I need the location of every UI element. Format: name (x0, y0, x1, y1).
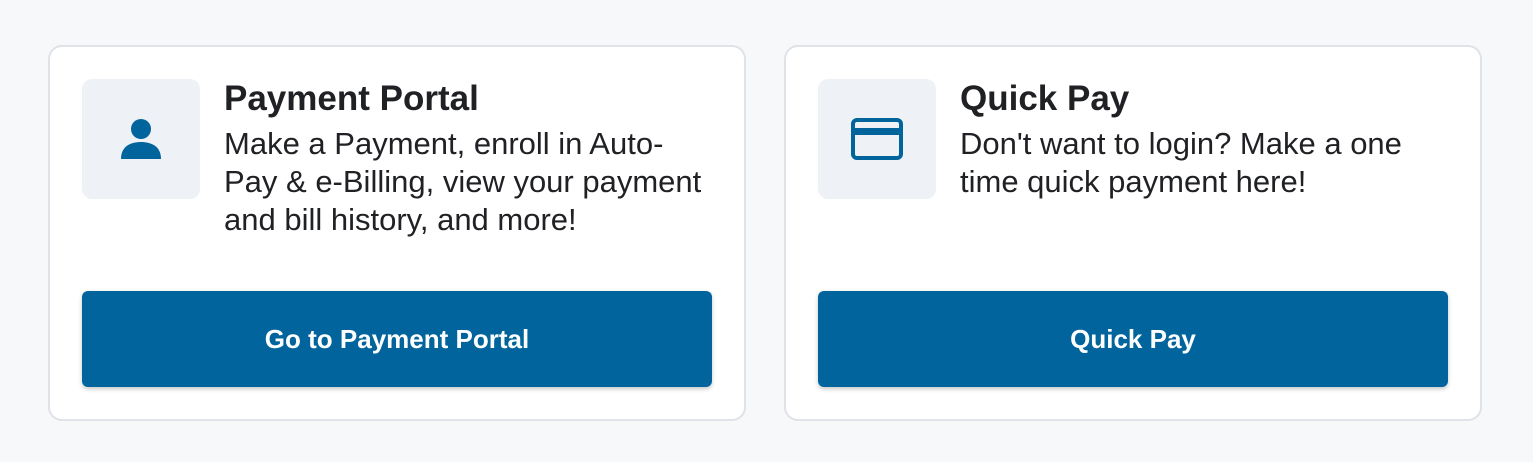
payment-portal-header: Payment Portal Make a Payment, enroll in… (82, 79, 714, 239)
payment-portal-description: Make a Payment, enroll in Auto-Pay & e-B… (224, 126, 702, 237)
quick-pay-text: Quick Pay Don't want to login? Make a on… (960, 79, 1450, 201)
quick-pay-button[interactable]: Quick Pay (818, 291, 1448, 387)
person-icon (121, 119, 161, 159)
credit-card-icon (851, 118, 903, 160)
quick-pay-card: Quick Pay Don't want to login? Make a on… (784, 45, 1482, 421)
payment-portal-title: Payment Portal (224, 79, 479, 118)
quick-pay-description: Don't want to login? Make a one time qui… (960, 126, 1402, 199)
payment-portal-icon-tile (82, 79, 200, 199)
quick-pay-icon-tile (818, 79, 936, 199)
payment-portal-card: Payment Portal Make a Payment, enroll in… (48, 45, 746, 421)
quick-pay-header: Quick Pay Don't want to login? Make a on… (818, 79, 1450, 201)
payment-options: Payment Portal Make a Payment, enroll in… (48, 45, 1482, 421)
payment-portal-text: Payment Portal Make a Payment, enroll in… (224, 79, 714, 239)
quick-pay-title: Quick Pay (960, 79, 1130, 118)
go-to-payment-portal-button[interactable]: Go to Payment Portal (82, 291, 712, 387)
